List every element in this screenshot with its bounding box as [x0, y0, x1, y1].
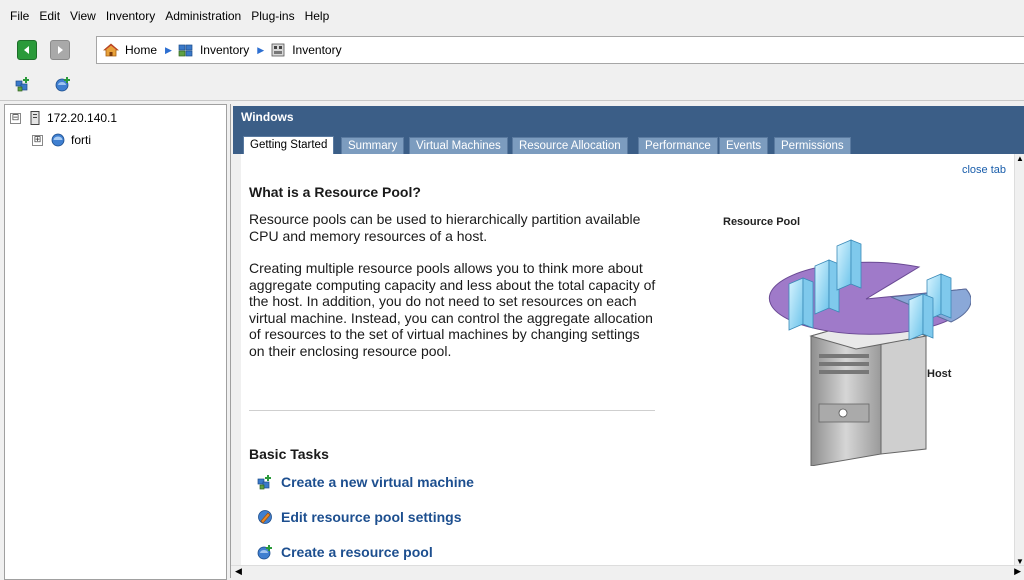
menu-plugins[interactable]: Plug-ins	[246, 0, 299, 32]
horizontal-scrollbar[interactable]: ◀ ▶	[231, 565, 1024, 578]
menu-edit[interactable]: Edit	[34, 0, 65, 32]
vertical-scrollbar[interactable]: ▲ ▼	[1014, 154, 1024, 566]
inventory-icon	[271, 43, 285, 57]
toolbar	[0, 68, 1024, 101]
forward-arrow-icon	[58, 46, 63, 54]
create-resource-pool-label: Create a resource pool	[281, 544, 433, 560]
navigation-bar: Home ▶ Inventory ▶ Inventory	[0, 32, 1024, 68]
tab-getting-started[interactable]: Getting Started	[243, 136, 335, 155]
intro-paragraph: Resource pools can be used to hierarchic…	[249, 211, 641, 244]
create-resource-pool-link[interactable]: Create a resource pool	[257, 544, 433, 560]
inventory-tree: ⊟ 172.20.140.1 ⊞ forti	[4, 104, 227, 580]
new-resource-pool-icon	[257, 545, 272, 560]
resource-pool-icon	[51, 133, 65, 147]
breadcrumb-separator-icon: ▶	[165, 44, 172, 55]
breadcrumb-home-label: Home	[125, 43, 158, 57]
breadcrumb-inventory-current[interactable]: Inventory	[270, 43, 342, 57]
tab-performance[interactable]: Performance	[638, 137, 718, 155]
close-tab-link[interactable]: close tab	[962, 164, 1006, 176]
tree-item-host[interactable]: ⊟ 172.20.140.1	[10, 111, 117, 125]
menu-view[interactable]: View	[65, 0, 101, 32]
menu-administration[interactable]: Administration	[160, 0, 246, 32]
breadcrumb: Home ▶ Inventory ▶ Inventory	[96, 36, 1024, 64]
host-server-icon	[30, 111, 40, 125]
new-vm-icon	[257, 475, 271, 490]
tab-permissions[interactable]: Permissions	[774, 137, 851, 155]
main-panel: Windows Getting Started Summary Virtual …	[230, 104, 1024, 578]
expand-icon[interactable]: ⊞	[32, 134, 43, 146]
description-paragraph: Creating multiple resource pools allows …	[249, 260, 656, 359]
tree-item-forti-label: forti	[71, 133, 92, 147]
breadcrumb-inventory-label: Inventory	[199, 43, 250, 57]
resource-pool-diagram	[768, 239, 971, 466]
breadcrumb-home[interactable]: Home	[103, 43, 157, 57]
edit-settings-icon	[258, 510, 272, 524]
new-vm-icon[interactable]	[15, 76, 31, 92]
back-button[interactable]	[17, 40, 37, 60]
breadcrumb-inventory-current-label: Inventory	[292, 43, 342, 57]
divider	[249, 410, 655, 411]
create-vm-label: Create a new virtual machine	[281, 474, 474, 490]
menu-help[interactable]: Help	[300, 0, 335, 32]
scroll-left-icon[interactable]: ◀	[235, 566, 242, 577]
tree-item-host-label: 172.20.140.1	[47, 111, 118, 125]
inventory-icon	[178, 44, 193, 57]
menu-inventory[interactable]: Inventory	[101, 0, 160, 32]
tab-events[interactable]: Events	[719, 137, 769, 155]
collapse-icon[interactable]: ⊟	[10, 112, 21, 124]
tab-virtual-machines[interactable]: Virtual Machines	[409, 137, 508, 155]
scroll-right-icon[interactable]: ▶	[1014, 566, 1021, 577]
basic-tasks-heading: Basic Tasks	[249, 446, 329, 462]
back-arrow-icon	[24, 46, 29, 54]
breadcrumb-separator-icon: ▶	[257, 44, 265, 55]
tab-bar: Getting Started Summary Virtual Machines…	[233, 128, 1024, 155]
create-vm-link[interactable]: Create a new virtual machine	[257, 474, 474, 490]
tab-resource-allocation[interactable]: Resource Allocation	[512, 137, 628, 155]
scroll-up-icon[interactable]: ▲	[1016, 154, 1024, 163]
panel-title: Windows	[233, 106, 1024, 128]
page-title: What is a Resource Pool?	[249, 184, 421, 200]
forward-button[interactable]	[50, 40, 70, 60]
menu-bar: File Edit View Inventory Administration …	[0, 0, 1024, 32]
getting-started-content: close tab What is a Resource Pool? Resou…	[241, 154, 1016, 566]
tree-item-forti[interactable]: ⊞ forti	[32, 133, 91, 147]
breadcrumb-inventory[interactable]: Inventory	[178, 43, 249, 57]
tab-summary[interactable]: Summary	[341, 137, 405, 155]
home-icon	[103, 43, 119, 57]
menu-file[interactable]: File	[0, 0, 34, 32]
edit-resource-pool-label: Edit resource pool settings	[281, 509, 462, 525]
new-resource-pool-icon[interactable]	[55, 76, 71, 92]
edit-resource-pool-link[interactable]: Edit resource pool settings	[257, 509, 461, 525]
